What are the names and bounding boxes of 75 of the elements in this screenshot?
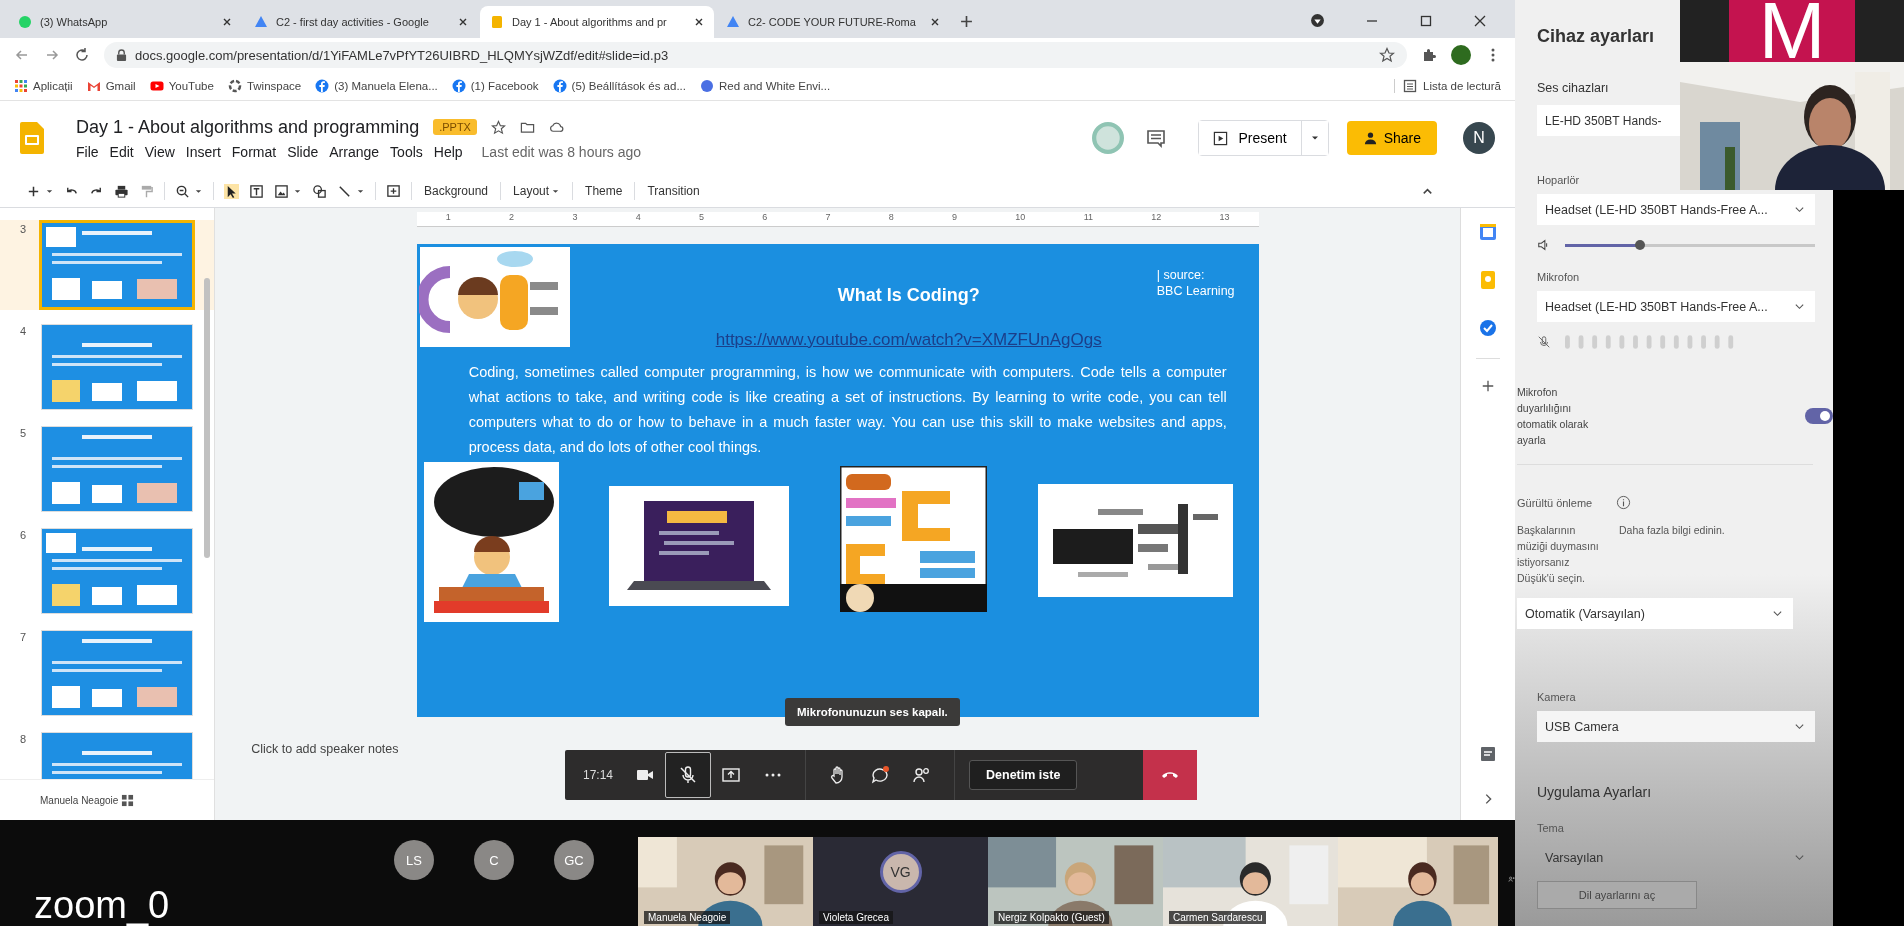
menu-item[interactable]: Arrange [329, 143, 380, 160]
bookmark-link[interactable]: Aplicații [14, 79, 73, 93]
participant-avatar: VG [879, 851, 922, 893]
learn-more-link[interactable]: Daha fazla bilgi edinin. [1619, 522, 1725, 586]
browser-tab[interactable]: Day 1 - About algorithms and pr [480, 6, 714, 38]
toolbar-button[interactable]: Layout [511, 184, 563, 198]
toolbar-button[interactable]: Theme [583, 184, 625, 198]
avatar-initial: M [1729, 0, 1855, 62]
bookmark-link[interactable]: Gmail [86, 79, 136, 93]
participant-name: Nergiz Kolpakto (Guest) [994, 911, 1109, 924]
browser-tab[interactable]: C2 - first day activities - Google [244, 6, 478, 38]
call-timer: 17:14 [583, 768, 614, 782]
field-label: Hoparlör [1537, 174, 1581, 186]
participant-avatar[interactable]: C [474, 840, 514, 880]
menu-item[interactable]: Insert [185, 143, 221, 160]
panel-title: Cihaz ayarları [1537, 26, 1656, 47]
menu-item[interactable]: Slide [287, 143, 319, 160]
slide-thumbnail[interactable]: 4 [0, 322, 215, 412]
noise-suppression-dropdown[interactable]: Otomatik (Varsayılan) [1517, 598, 1793, 629]
theme-dropdown[interactable]: Varsayılan [1537, 842, 1815, 873]
slide-thumbnail[interactable]: 3 [0, 220, 215, 310]
field-label: Kamera [1537, 691, 1577, 703]
field-label: Mikrofon [1537, 271, 1581, 283]
toolbar-button[interactable]: Transition [645, 184, 702, 198]
participant-avatar[interactable]: GC [554, 840, 594, 880]
bookmark-link[interactable]: (3) Manuela Elena... [315, 79, 438, 93]
participant-name: Carmen Sardarescu [1169, 911, 1267, 924]
participant-avatar[interactable]: LS [394, 840, 434, 880]
field-label: Gürültü önleme [1517, 496, 1593, 509]
section-label: Ses cihazları [1537, 81, 1610, 95]
slide-title: What Is Coding? [837, 285, 980, 306]
recording-label: zoom_0 [34, 886, 170, 924]
setting-label: Mikrofon duyarlılığını otomatik olarak ayarla [1517, 385, 1590, 448]
menu-item[interactable]: Tools [390, 143, 423, 160]
menu-item[interactable]: Help [433, 143, 463, 160]
bookmark-link[interactable]: (5) Beállítások és ad... [552, 79, 686, 93]
language-settings-button[interactable]: Dil ayarlarını aç [1537, 881, 1697, 909]
bookmark-link[interactable]: Red and White Envi... [699, 79, 831, 93]
document-title[interactable]: Day 1 - About algorithms and programming [76, 116, 420, 138]
address-bar[interactable]: docs.google.com/presentation/d/1YiFAMLe7vPfYT26UIBRD_HLQMYsjWZdf/edit#slide=id.p3 [104, 42, 1407, 68]
last-edit-link[interactable]: Last edit was 8 hours ago [481, 143, 642, 160]
browser-tab[interactable]: C2- CODE YOUR FUTURE-Roma [716, 6, 950, 38]
section-label: Uygulama Ayarları [1537, 784, 1653, 800]
slide-thumbnail[interactable]: 6 [0, 526, 215, 616]
help-text: Başkalarının müziği duymasını istiyorsanız Düşük'ü seçin. [1517, 523, 1600, 586]
toolbar-button[interactable]: Background [422, 184, 491, 198]
reading-list-link[interactable]: Lista de lectură [1423, 80, 1501, 92]
menu-item[interactable]: View [144, 143, 175, 160]
participant-name: Violeta Grecea [819, 911, 893, 924]
file-type-badge: .PPTX [433, 119, 477, 135]
menu-item[interactable]: Edit [109, 143, 134, 160]
user-avatar[interactable]: N [1463, 122, 1495, 154]
menu-item[interactable]: Format [231, 143, 277, 160]
slide-thumbnail[interactable]: 7 [0, 628, 215, 718]
slide-paragraph: Coding, sometimes called computer programming, is how we communicate with computers. Code tells a computer what actions to take, and writing code is like creating a set of instructions. By learning to write code, you can tell computers what to do or how to behave in a much faster way. You can use this skill to make websites and apps, process data, and do lots of other cool things. [468, 363, 1227, 457]
browser-tab[interactable]: (3) WhatsApp [8, 6, 242, 38]
share-button[interactable]: Share [1346, 121, 1437, 155]
speaker-notes-placeholder[interactable]: Click to add speaker notes [251, 742, 399, 756]
menu-item[interactable]: File [76, 143, 99, 160]
notification-toast: Mikrofonunuzun ses kapalı. [785, 698, 960, 726]
slide-thumbnail[interactable]: 5 [0, 424, 215, 514]
request-control-button[interactable]: Denetim iste [969, 760, 1078, 790]
microphone-dropdown[interactable]: Headset (LE-HD 350BT Hands-Free A... [1537, 291, 1815, 322]
slide-thumbnail[interactable]: 8 [0, 730, 215, 779]
bookmark-link[interactable]: (1) Facebook [451, 79, 539, 93]
ruler: 1 2 3 4 5 6 7 8 9 10 11 12 13 [416, 212, 1259, 227]
audio-device-dropdown[interactable]: LE-HD 350BT Hands- [1537, 105, 1680, 136]
bookmark-link[interactable]: YouTube [149, 79, 214, 93]
camera-dropdown[interactable]: USB Camera [1537, 711, 1815, 742]
speaker-dropdown[interactable]: Headset (LE-HD 350BT Hands-Free A... [1537, 194, 1815, 225]
bookmark-link[interactable]: Twinspace [227, 79, 302, 93]
presenter-name: Manuela Neagoie [40, 794, 119, 806]
source-note: | source: BBC Learning [1156, 267, 1236, 301]
field-label: Tema [1537, 822, 1565, 834]
participant-name: Manuela Neagoie [644, 911, 731, 924]
